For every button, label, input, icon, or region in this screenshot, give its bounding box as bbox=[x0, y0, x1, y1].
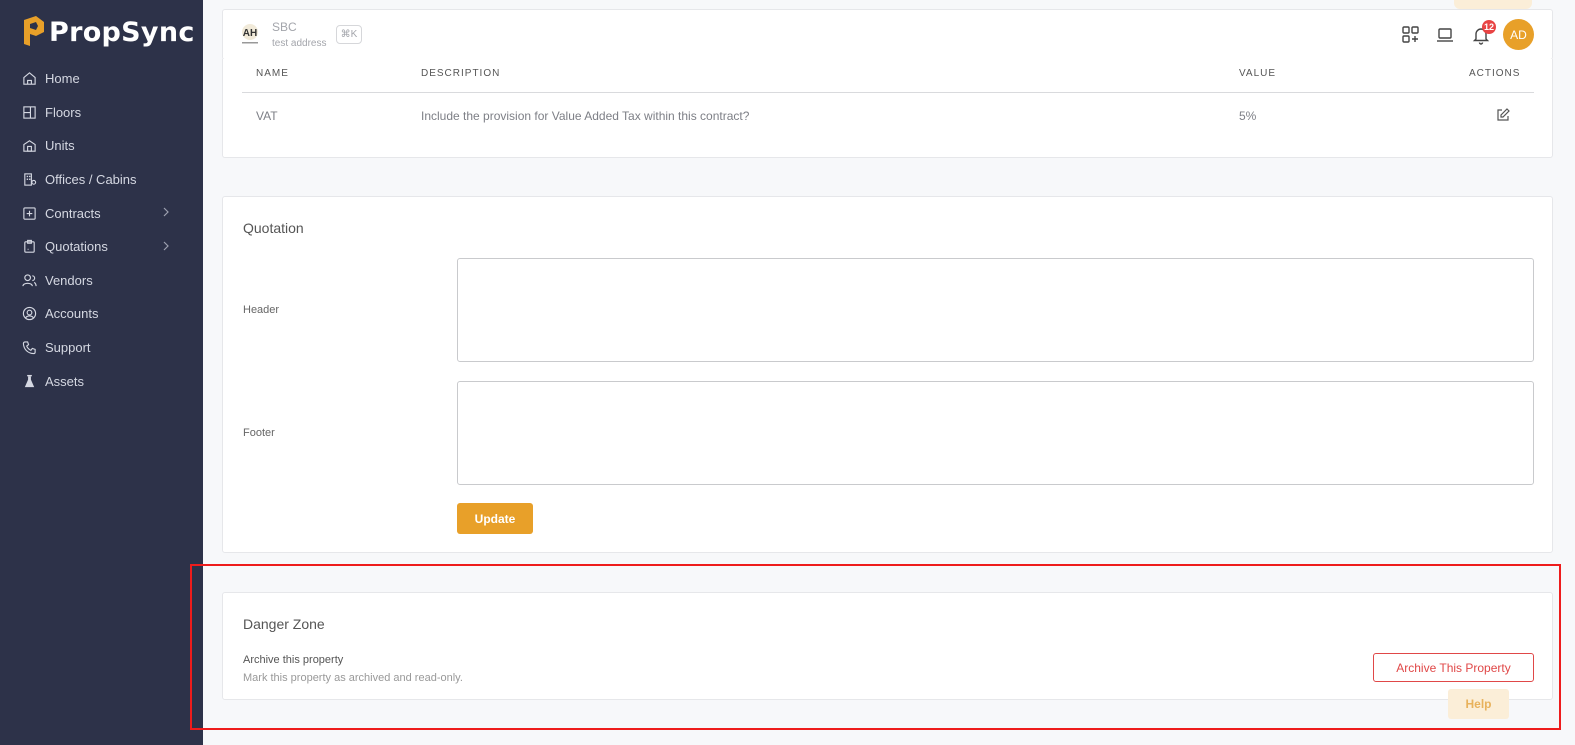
sidebar: PropSync Home Floors Units Offices / Cab… bbox=[0, 0, 203, 745]
cell-description: Include the provision for Value Added Ta… bbox=[421, 109, 750, 123]
sidebar-item-vendors[interactable]: Vendors bbox=[0, 264, 203, 298]
update-button[interactable]: Update bbox=[457, 503, 533, 534]
column-header-value: VALUE bbox=[1239, 68, 1277, 79]
cell-name: VAT bbox=[256, 109, 278, 123]
sidebar-item-floors[interactable]: Floors bbox=[0, 96, 203, 130]
contract-icon bbox=[23, 206, 36, 220]
sidebar-item-label: Floors bbox=[45, 104, 82, 120]
quotation-title: Quotation bbox=[243, 220, 304, 236]
sidebar-item-units[interactable]: Units bbox=[0, 129, 203, 163]
sidebar-nav: Home Floors Units Offices / Cabins Contr… bbox=[0, 62, 203, 398]
column-header-description: DESCRIPTION bbox=[421, 68, 501, 79]
app-logo[interactable]: PropSync bbox=[22, 16, 195, 48]
archive-title: Archive this property bbox=[243, 654, 344, 666]
app-name: PropSync bbox=[49, 16, 195, 48]
company-name[interactable]: SBC bbox=[272, 20, 297, 34]
cell-value: 5% bbox=[1239, 109, 1257, 123]
laptop-icon[interactable] bbox=[1435, 25, 1455, 45]
chevron-right-icon bbox=[163, 207, 169, 217]
sidebar-item-offices[interactable]: Offices / Cabins bbox=[0, 163, 203, 197]
quotation-card: Quotation Header Footer Update bbox=[222, 196, 1553, 553]
sidebar-item-label: Offices / Cabins bbox=[45, 172, 137, 188]
top-accent-bar bbox=[1454, 0, 1532, 9]
apps-add-icon[interactable] bbox=[1401, 25, 1421, 45]
company-logo[interactable]: AH bbox=[239, 23, 261, 47]
sidebar-item-assets[interactable]: Assets bbox=[0, 364, 203, 398]
archive-property-button[interactable]: Archive This Property bbox=[1373, 653, 1534, 682]
sidebar-item-support[interactable]: Support bbox=[0, 331, 203, 365]
command-palette-shortcut[interactable]: ⌘K bbox=[336, 25, 362, 44]
footer-label: Footer bbox=[243, 427, 275, 439]
sidebar-item-label: Quotations bbox=[45, 239, 108, 255]
sidebar-item-accounts[interactable]: Accounts bbox=[0, 297, 203, 331]
archive-description: Mark this property as archived and read-… bbox=[243, 672, 463, 684]
sidebar-item-home[interactable]: Home bbox=[0, 62, 203, 96]
sidebar-item-label: Support bbox=[45, 340, 91, 356]
users-icon bbox=[22, 274, 37, 287]
sidebar-item-quotations[interactable]: Quotations bbox=[0, 230, 203, 264]
sidebar-item-contracts[interactable]: Contracts bbox=[0, 196, 203, 230]
chevron-right-icon bbox=[163, 241, 169, 251]
units-icon bbox=[23, 140, 36, 153]
user-avatar[interactable]: AD bbox=[1503, 19, 1534, 50]
table-header-divider bbox=[242, 92, 1534, 93]
phone-icon bbox=[22, 341, 36, 355]
account-icon bbox=[22, 307, 37, 321]
column-header-name: NAME bbox=[256, 68, 289, 79]
column-header-actions: ACTIONS bbox=[1469, 68, 1521, 79]
sidebar-item-label: Vendors bbox=[45, 272, 93, 288]
notification-badge: 12 bbox=[1482, 20, 1496, 34]
sidebar-item-label: Contracts bbox=[45, 205, 101, 221]
top-bar: AH SBC test address ⌘K 12 AD bbox=[222, 9, 1553, 60]
company-address: test address bbox=[272, 38, 327, 49]
sidebar-item-label: Home bbox=[45, 71, 80, 87]
sidebar-item-label: Assets bbox=[45, 373, 85, 389]
sidebar-item-label: Units bbox=[45, 138, 75, 154]
edit-icon[interactable] bbox=[1495, 107, 1511, 123]
floors-icon bbox=[23, 106, 36, 119]
clipboard-icon bbox=[24, 240, 35, 253]
header-label: Header bbox=[243, 304, 280, 316]
home-icon bbox=[23, 72, 36, 85]
help-button[interactable]: Help bbox=[1448, 689, 1509, 719]
settings-table: NAME DESCRIPTION VALUE ACTIONS VAT Inclu… bbox=[222, 59, 1553, 158]
logo-icon bbox=[24, 16, 44, 46]
flask-icon bbox=[24, 374, 35, 387]
header-textarea[interactable] bbox=[457, 258, 1534, 362]
danger-zone-card: Danger Zone Archive this property Mark t… bbox=[222, 592, 1553, 700]
svg-text:AH: AH bbox=[243, 28, 257, 39]
sidebar-item-label: Accounts bbox=[45, 306, 99, 322]
footer-textarea[interactable] bbox=[457, 381, 1534, 485]
building-icon bbox=[24, 173, 37, 186]
danger-zone-title: Danger Zone bbox=[243, 616, 325, 632]
